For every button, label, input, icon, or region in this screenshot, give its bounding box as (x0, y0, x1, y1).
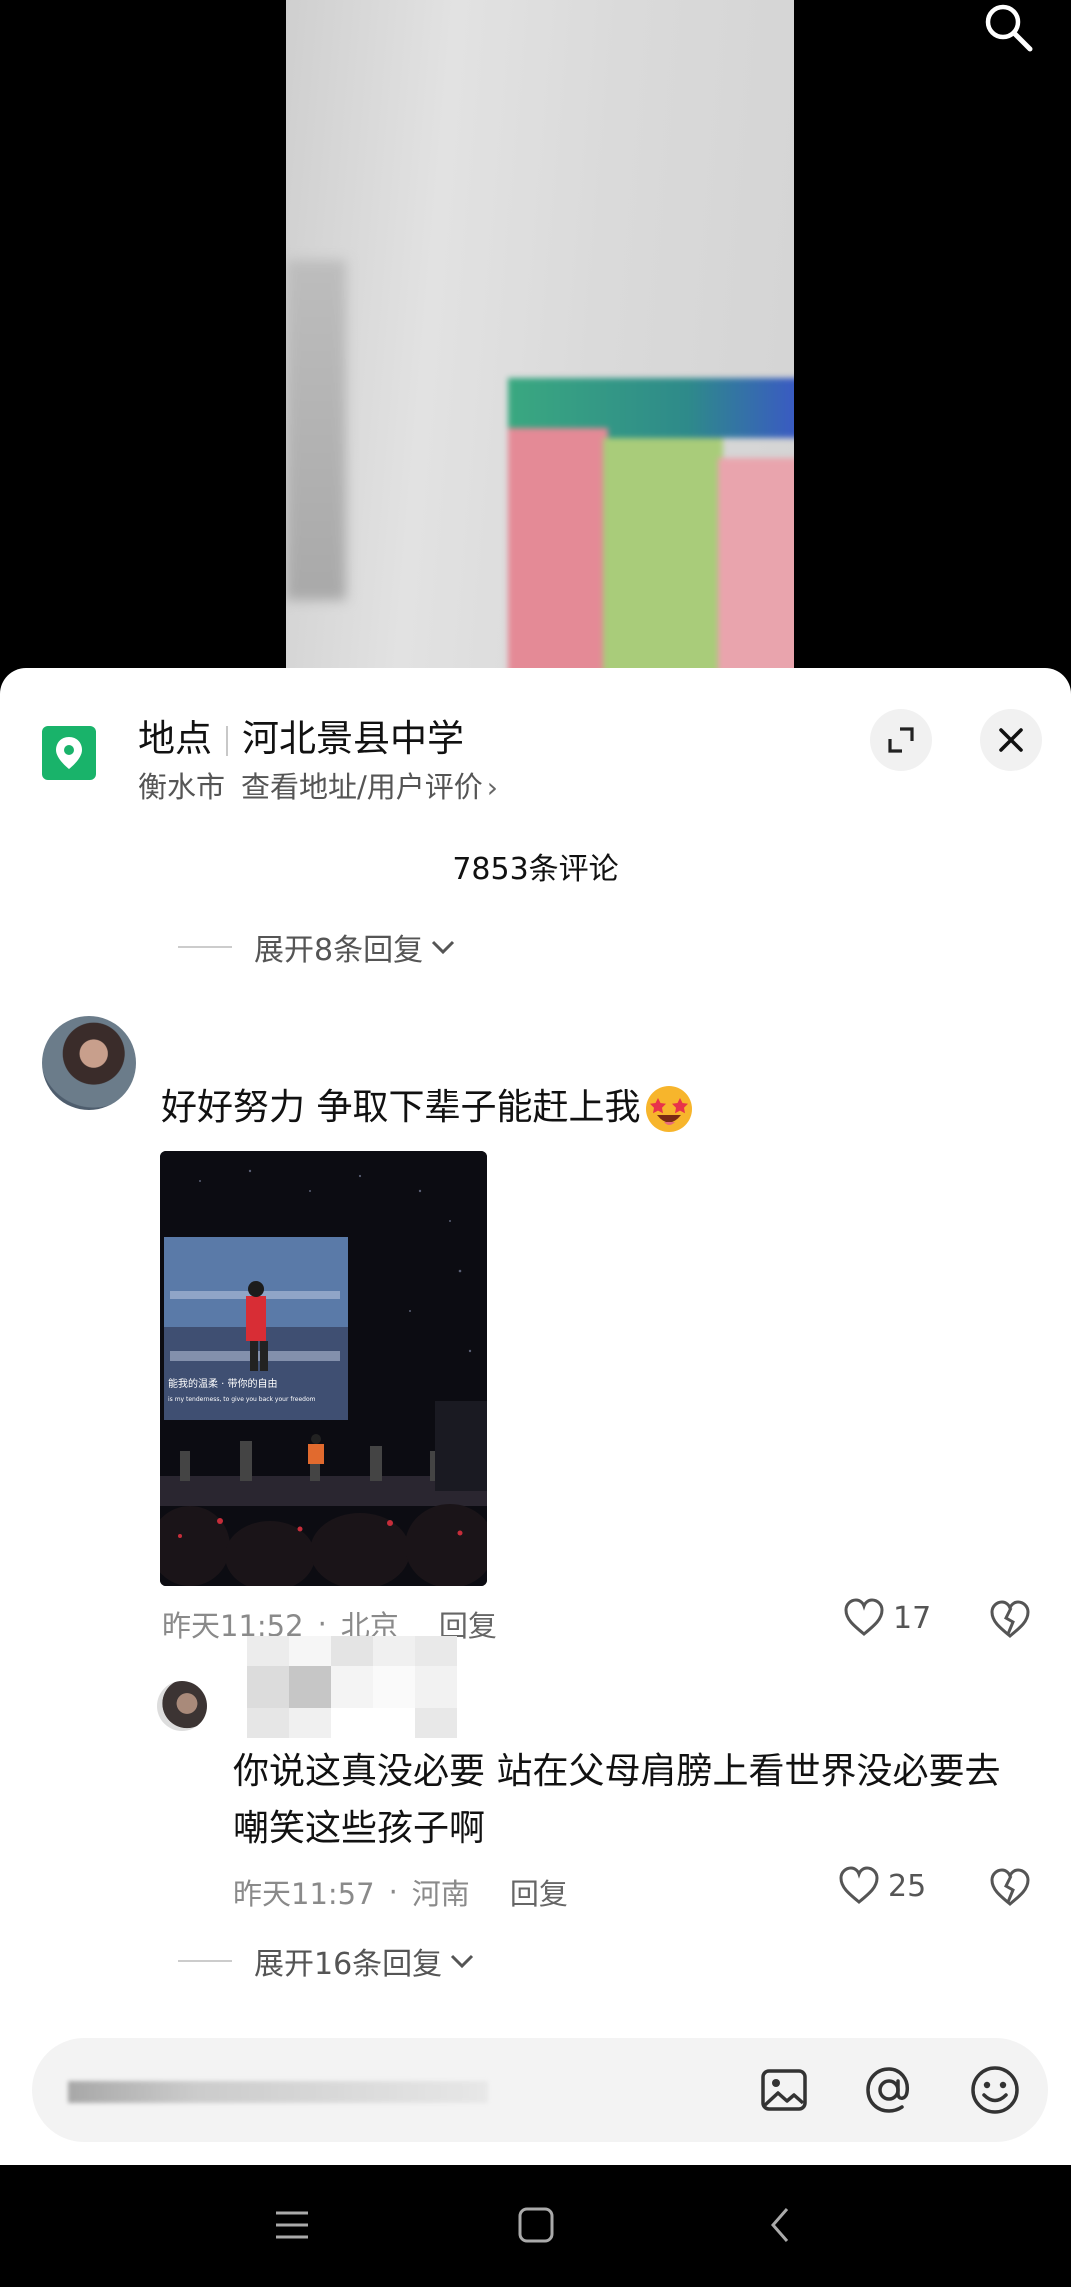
location-city: 衡水市 (138, 770, 226, 804)
menu-button[interactable] (262, 2200, 322, 2250)
reply-like-button[interactable]: 25 (838, 1866, 926, 1906)
reply-like-count: 25 (888, 1868, 927, 1904)
svg-text:is my tenderness, to give you: is my tenderness, to give you back your … (168, 1396, 316, 1403)
expand-replies-top[interactable]: 展开8条回复 (178, 925, 457, 969)
expand-replies-label: 展开8条回复 (254, 933, 424, 968)
home-button[interactable] (506, 2200, 566, 2250)
divider-line (178, 1960, 232, 1962)
pixelated-username (247, 1636, 457, 1738)
comment-input-bar[interactable] (32, 2038, 1048, 2142)
close-icon (999, 728, 1023, 752)
reply-region: 河南 (411, 1877, 470, 1911)
location-title[interactable]: 地点 河北景县中学 (138, 708, 464, 762)
reply-meta: 昨天11:57 · 河南 回复 (233, 1871, 568, 1913)
view-address-label: 查看地址/用户评价 (241, 770, 483, 804)
heart-icon (844, 1598, 884, 1636)
close-button[interactable] (980, 709, 1042, 771)
back-icon (771, 2208, 789, 2242)
reply-text: 你说这真没必要 站在父母肩膀上看世界没必要去嘲笑这些孩子啊 (233, 1751, 1001, 1849)
expand-icon (888, 727, 914, 753)
location-pin-icon[interactable] (42, 726, 96, 780)
menu-icon (276, 2211, 308, 2239)
reply-reply-button[interactable]: 回复 (510, 1871, 568, 1913)
expand-button[interactable] (870, 709, 932, 771)
chevron-right-icon: › (486, 771, 498, 804)
broken-heart-icon (990, 1868, 1030, 1906)
location-subtitle: 衡水市 查看地址/用户评价 › (138, 764, 498, 806)
comment-body: 好好努力 争取下辈子能赶上我 (161, 1078, 694, 1134)
expand-replies-label: 展开16条回复 (254, 1947, 443, 1982)
location-name: 河北景县中学 (242, 717, 464, 760)
emoji-icon (971, 2066, 1019, 2114)
image-icon (761, 2069, 807, 2111)
reply-time: 昨天11:57 (233, 1877, 375, 1911)
video-frame[interactable] (286, 0, 794, 680)
search-icon (985, 4, 1033, 52)
comment-input-field[interactable] (68, 2081, 488, 2103)
svg-text:能我的温柔 · 带你的自由: 能我的温柔 · 带你的自由 (168, 1377, 278, 1390)
chevron-down-icon (451, 1954, 474, 1969)
divider-line (178, 946, 232, 948)
comment-dislike-button[interactable] (989, 1600, 1031, 1644)
video-poster-shape (508, 378, 794, 680)
heart-icon (839, 1866, 879, 1904)
broken-heart-icon (990, 1600, 1030, 1638)
commenter-avatar[interactable] (42, 1016, 136, 1110)
comments-sheet: 地点 河北景县中学 衡水市 查看地址/用户评价 › 7853条评论 展开8条回复 好好… (0, 668, 1071, 2165)
concert-photo: 能我的温柔 · 带你的自由 is my tenderness, to give … (160, 1151, 487, 1586)
comment-count: 7853条评论 (452, 852, 619, 887)
reply-dislike-button[interactable] (989, 1868, 1031, 1912)
star-struck-emoji (646, 1086, 693, 1132)
replier-avatar[interactable] (157, 1681, 207, 1731)
meta-dot: · (388, 1875, 398, 1909)
location-label: 地点 (138, 717, 212, 760)
mention-button[interactable] (861, 2062, 917, 2118)
video-blur-shape (286, 260, 346, 600)
title-divider (226, 725, 228, 756)
view-address-link[interactable]: 查看地址/用户评价 › (241, 770, 498, 804)
chevron-down-icon (432, 940, 455, 955)
at-icon (866, 2067, 909, 2113)
emoji-button[interactable] (967, 2062, 1023, 2118)
back-button[interactable] (750, 2200, 810, 2250)
home-icon (518, 2207, 554, 2243)
comment-text: 好好努力 争取下辈子能赶上我 (161, 1087, 641, 1128)
expand-replies-bottom[interactable]: 展开16条回复 (178, 1939, 476, 1983)
system-nav-bar (0, 2165, 1071, 2287)
comment-image[interactable]: 能我的温柔 · 带你的自由 is my tenderness, to give … (160, 1151, 487, 1586)
image-button[interactable] (756, 2062, 812, 2118)
comment-like-count: 17 (893, 1600, 932, 1636)
search-button[interactable] (975, 0, 1041, 56)
video-player[interactable] (0, 0, 1071, 700)
comment-like-button[interactable]: 17 (843, 1598, 931, 1638)
